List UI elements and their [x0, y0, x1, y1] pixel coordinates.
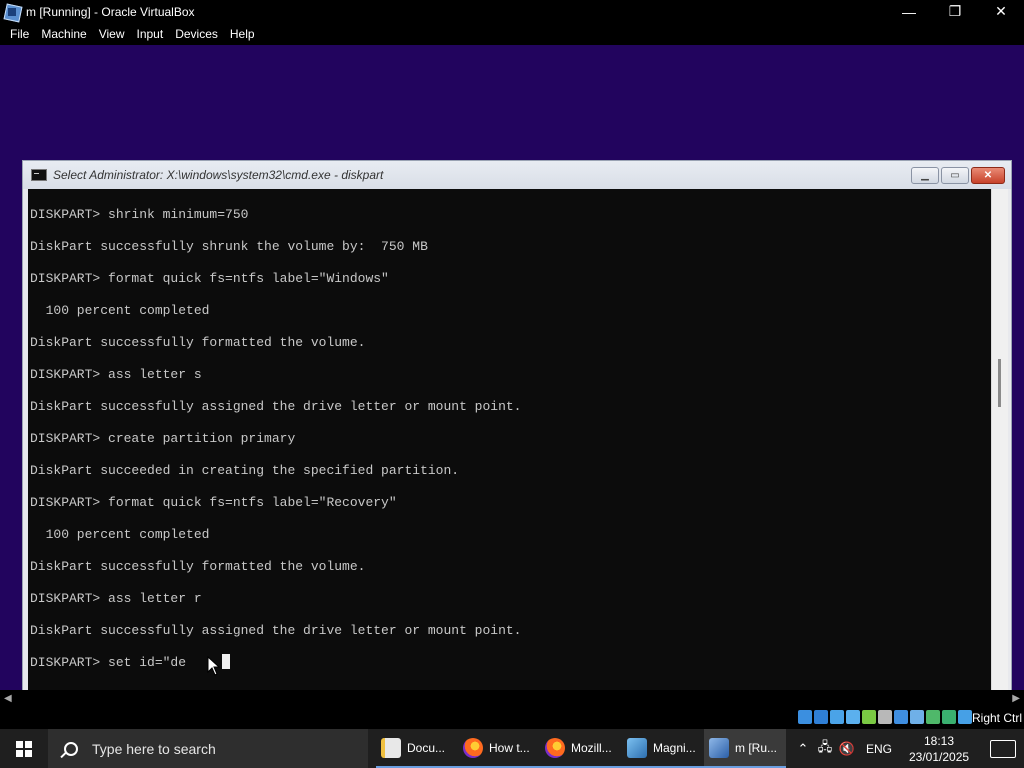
- virtualbox-titlebar: m [Running] - Oracle VirtualBox — ❐ ✕: [0, 0, 1024, 23]
- console-prompt-line[interactable]: DISKPART> set id="de: [30, 655, 186, 671]
- mouse-pointer-icon: [207, 656, 221, 676]
- firefox-icon: [463, 737, 483, 758]
- search-placeholder: Type here to search: [92, 740, 216, 757]
- status-device-icon[interactable]: [958, 710, 972, 724]
- console-line: DiskPart successfully formatted the volu…: [30, 335, 366, 350]
- virtualbox-app-icon: [4, 4, 20, 20]
- volume-muted-icon[interactable]: 🔇: [836, 741, 858, 757]
- menu-devices[interactable]: Devices: [169, 23, 224, 45]
- status-device-icon[interactable]: [942, 710, 956, 724]
- menu-machine[interactable]: Machine: [35, 23, 92, 45]
- chevron-up-icon[interactable]: ⌃: [792, 741, 814, 757]
- status-device-icon[interactable]: [878, 710, 892, 724]
- menu-file[interactable]: File: [4, 23, 35, 45]
- status-device-icon[interactable]: [830, 710, 844, 724]
- close-button[interactable]: ✕: [978, 0, 1024, 23]
- cmd-title: Select Administrator: X:\windows\system3…: [53, 168, 384, 182]
- cmd-window-controls: ▁ ▭ ✕: [911, 167, 1005, 184]
- taskbar-apps: Docu... How t... Mozill... Magni... m [R…: [376, 729, 786, 768]
- console-icon: [31, 169, 47, 181]
- menu-bar: File Machine View Input Devices Help: [0, 23, 1024, 45]
- status-device-icon[interactable]: [910, 710, 924, 724]
- status-device-icon[interactable]: [814, 710, 828, 724]
- text-cursor: [222, 654, 230, 669]
- taskbar-item-label: How t...: [489, 740, 530, 755]
- console-line: DISKPART> create partition primary: [30, 431, 296, 446]
- console-line: DiskPart successfully assigned the drive…: [30, 399, 522, 414]
- cmd-window[interactable]: Select Administrator: X:\windows\system3…: [22, 160, 1012, 690]
- taskbar-item-magnifier[interactable]: Magni...: [622, 729, 704, 768]
- console-line: DiskPart succeeded in creating the speci…: [30, 463, 460, 478]
- console-line: DISKPART> shrink minimum=750: [30, 207, 249, 222]
- taskbar-search[interactable]: Type here to search: [48, 729, 368, 768]
- restore-button[interactable]: ❐: [932, 0, 978, 23]
- notification-icon[interactable]: [990, 739, 1017, 758]
- cmd-minimize-button[interactable]: ▁: [911, 167, 939, 184]
- host-horizontal-scrollbar[interactable]: ◀ ▶: [0, 690, 1024, 707]
- console-line: DISKPART> format quick fs=ntfs label="Wi…: [30, 271, 389, 286]
- windows-taskbar: Type here to search Docu... How t... Moz…: [0, 729, 1024, 768]
- status-device-icon[interactable]: [894, 710, 908, 724]
- taskbar-item-label: Magni...: [653, 740, 696, 755]
- search-icon: [64, 741, 78, 756]
- clock[interactable]: 18:13 23/01/2025: [902, 733, 976, 765]
- console-output[interactable]: DISKPART> shrink minimum=750 DiskPart su…: [28, 189, 991, 690]
- console-line: DiskPart successfully shrunk the volume …: [30, 239, 428, 254]
- menu-input[interactable]: Input: [131, 23, 170, 45]
- virtualbox-icon: [709, 737, 729, 758]
- console-line: DiskPart successfully formatted the volu…: [30, 559, 366, 574]
- taskbar-item-document[interactable]: Docu...: [376, 729, 458, 768]
- status-device-icon[interactable]: [846, 710, 860, 724]
- windows-logo-icon: [16, 740, 32, 757]
- window-title: m [Running] - Oracle VirtualBox: [26, 4, 195, 19]
- cmd-titlebar[interactable]: Select Administrator: X:\windows\system3…: [23, 161, 1011, 189]
- status-device-icon[interactable]: [862, 710, 876, 724]
- taskbar-item-virtualbox[interactable]: m [Ru...: [704, 729, 786, 768]
- host-key-label: Right Ctrl: [971, 711, 1022, 725]
- status-device-icon[interactable]: [798, 710, 812, 724]
- scrollbar-thumb[interactable]: [998, 359, 1001, 407]
- window-controls: — ❐ ✕: [886, 0, 1024, 23]
- start-button[interactable]: [0, 729, 48, 768]
- taskbar-item-firefox-mozilla[interactable]: Mozill...: [540, 729, 622, 768]
- taskbar-item-label: Docu...: [407, 740, 446, 755]
- taskbar-item-firefox-howto[interactable]: How t...: [458, 729, 540, 768]
- scroll-left-icon[interactable]: ◀: [4, 693, 12, 704]
- console-line: 100 percent completed: [30, 527, 210, 542]
- taskbar-item-label: Mozill...: [571, 740, 612, 755]
- cmd-vertical-scrollbar[interactable]: [991, 189, 1008, 690]
- clock-date: 23/01/2025: [908, 749, 970, 764]
- status-device-icon[interactable]: [926, 710, 940, 724]
- virtualbox-statusbar: Right Ctrl: [0, 707, 1024, 729]
- cmd-close-button[interactable]: ✕: [971, 167, 1005, 184]
- scroll-right-icon[interactable]: ▶: [1012, 693, 1020, 704]
- maximize-icon: ▭: [950, 170, 960, 181]
- cmd-maximize-button[interactable]: ▭: [941, 167, 969, 184]
- menu-view[interactable]: View: [93, 23, 131, 45]
- taskbar-item-label: m [Ru...: [735, 740, 778, 755]
- console-line: DiskPart successfully assigned the drive…: [30, 623, 522, 638]
- minimize-icon: ▁: [921, 170, 929, 181]
- network-icon[interactable]: 🖧: [814, 738, 836, 760]
- clock-time: 18:13: [924, 733, 955, 748]
- menu-help[interactable]: Help: [224, 23, 261, 45]
- console-line: DISKPART> format quick fs=ntfs label="Re…: [30, 495, 397, 510]
- close-icon: ✕: [983, 170, 993, 181]
- status-icons: [798, 710, 972, 724]
- console-line: DISKPART> ass letter s: [30, 367, 202, 382]
- firefox-icon: [545, 737, 565, 758]
- guest-display[interactable]: Select Administrator: X:\windows\system3…: [0, 45, 1024, 690]
- minimize-button[interactable]: —: [886, 0, 932, 23]
- language-indicator[interactable]: ENG: [866, 742, 892, 756]
- system-tray: ⌃ 🖧 🔇 ENG 18:13 23/01/2025: [792, 729, 1017, 768]
- document-icon: [381, 737, 401, 758]
- magnifier-icon: [627, 737, 647, 758]
- console-line: 100 percent completed: [30, 303, 210, 318]
- console-line: DISKPART> ass letter r: [30, 591, 202, 606]
